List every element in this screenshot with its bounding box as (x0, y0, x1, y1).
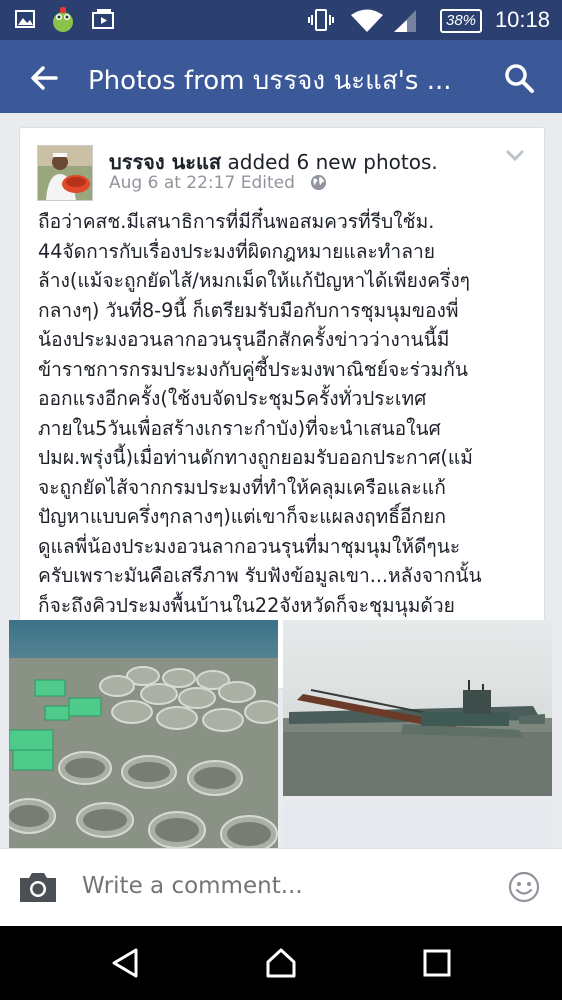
media-icon (92, 9, 114, 29)
system-nav-bar (0, 926, 562, 1000)
post-card: บรรจง นะแส added 6 new photos. Aug 6 at … (19, 127, 545, 689)
wifi-icon (351, 9, 383, 32)
post-text-line: จะถูกยัดไส้จากกรมประมงที่ทำให้คลุมเครือแ… (38, 475, 446, 499)
comment-input[interactable] (82, 873, 482, 899)
vibrate-icon (308, 9, 334, 31)
post-text-line: กลางๆ) วันที่8-9นี้ ก็เตรียมรับมือกับการ… (38, 298, 459, 322)
post-text-line: ปมผ.พรุ่งนี้)เมื่อท่านดักทางถูกยอมรับออก… (38, 446, 473, 469)
recents-nav-icon[interactable] (420, 946, 454, 980)
post-action: added 6 new photos. (221, 150, 438, 174)
post-body: ถือว่าคสช.มีเสนาธิการที่มีกึ๋นพอสมควรที่… (38, 207, 540, 620)
photo-third[interactable] (283, 802, 552, 852)
android-icon (53, 7, 73, 32)
post-text-line: 44จัดการกับเรื่องประมงที่ผิดกฎหมายและทำล… (38, 239, 435, 263)
camera-icon[interactable] (18, 870, 58, 904)
post-text-line: ดูแลพี่น้องประมงอวนลากอวนรุนที่มาชุมนุมใ… (38, 534, 461, 558)
post-meta: Aug 6 at 22:17 Edited (109, 173, 327, 193)
search-icon[interactable] (503, 62, 535, 94)
post-text-line: ก็จะถึงคิวประมงพื้นบ้านใน22จังหวัดก็จะชุ… (38, 593, 455, 617)
post-timestamp[interactable]: Aug 6 at 22:17 Edited (109, 173, 295, 193)
post-text-line: น้องประมงอวนลากอวนรุนอีกสักครั้งข่าวว่าง… (38, 328, 450, 351)
post-text-line: ถือว่าคสช.มีเสนาธิการที่มีกึ๋นพอสมควรที่… (38, 210, 435, 233)
status-bar: 38% 10:18 (0, 0, 562, 40)
comment-bar (0, 848, 562, 927)
back-nav-icon[interactable] (108, 946, 142, 980)
chevron-down-icon[interactable] (506, 150, 524, 162)
post-text-line: ภายใน5วันเพื่อสร้างเกราะกำบัง)ที่จะนำเสน… (38, 416, 441, 440)
signal-icon (394, 10, 416, 32)
gallery-icon (15, 10, 35, 28)
app-bar: Photos from บรรจง นะแส's ... (0, 40, 562, 113)
photo-boats[interactable] (283, 620, 552, 796)
home-nav-icon[interactable] (264, 946, 298, 980)
post-text-line: ข้าราชการกรมประมงกับคู่ซี้ประมงพาณิชย์จะ… (38, 357, 469, 381)
post-text-line: ล้าง(แม้จะถูกยัดไส้/หมกเม็ดให้แก้ปัญหาได… (38, 269, 470, 292)
author-name[interactable]: บรรจง นะแส (109, 150, 221, 174)
page-title: Photos from บรรจง นะแส's ... (88, 66, 452, 96)
post-text-line: ครับเพราะมันคือเสรีภาพ รับฟังข้อมูลเขา..… (38, 564, 482, 587)
post-text-line: ปัญหาแบบครึ่งๆกลางๆ)แต่เขาก็จะแผลงฤทธิ์อ… (38, 505, 446, 528)
smiley-icon[interactable] (508, 871, 540, 903)
battery-indicator: 38% (440, 9, 482, 33)
globe-icon (311, 174, 327, 191)
avatar[interactable] (37, 145, 93, 201)
clock: 10:18 (494, 7, 550, 32)
photo-fish-baskets[interactable] (9, 620, 278, 852)
back-arrow-icon[interactable] (28, 62, 60, 94)
post-text-line: ออกแรงอีกครั้ง(ใช้งบจัดประชุม5ครั้งทั่วป… (38, 387, 427, 410)
